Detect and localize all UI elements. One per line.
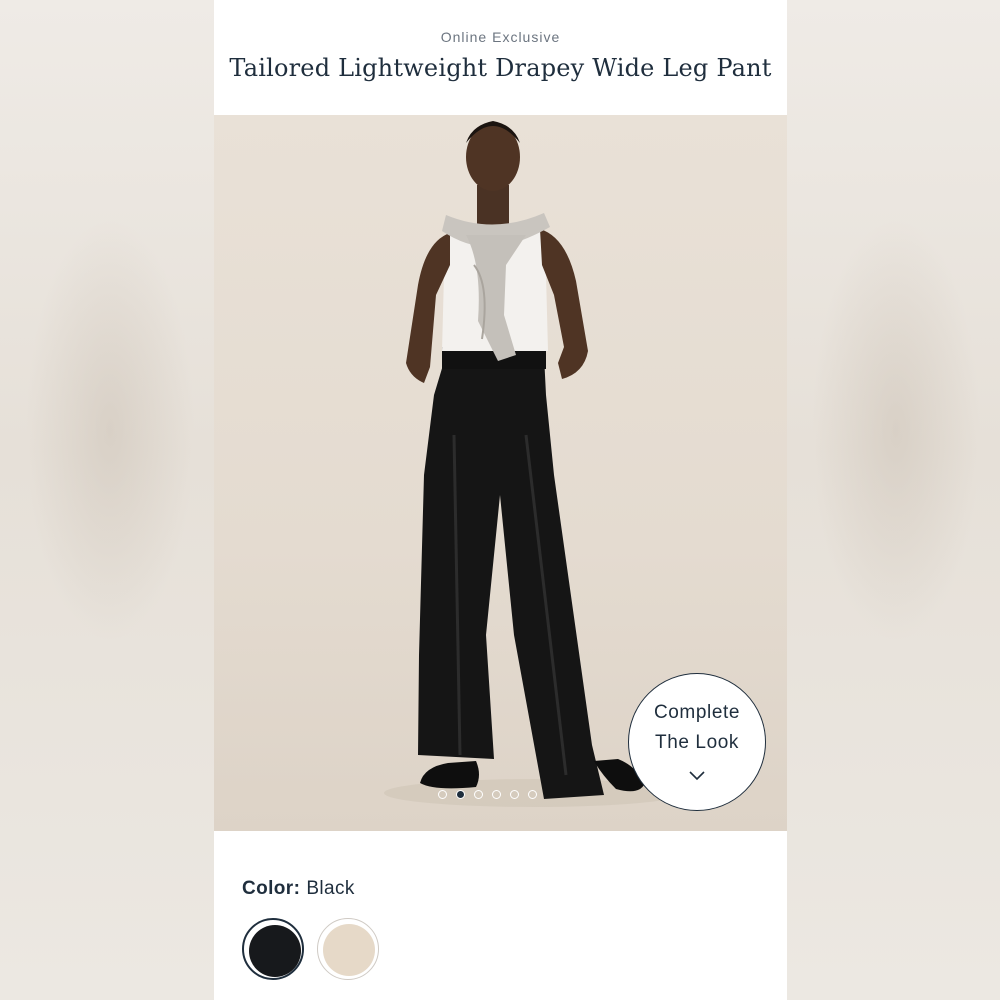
product-header: Online Exclusive Tailored Lightweight Dr… bbox=[214, 0, 787, 115]
blurred-background-left bbox=[0, 0, 214, 1000]
color-swatch-beige[interactable] bbox=[317, 918, 379, 980]
product-title: Tailored Lightweight Drapey Wide Leg Pan… bbox=[229, 54, 772, 82]
carousel-dot[interactable] bbox=[510, 789, 519, 799]
carousel-dot[interactable] bbox=[528, 789, 537, 799]
carousel-dot[interactable] bbox=[438, 789, 447, 799]
color-label: Color: bbox=[242, 878, 301, 899]
chevron-down-icon bbox=[689, 771, 705, 781]
carousel-dot-active[interactable] bbox=[456, 789, 465, 799]
online-exclusive-label: Online Exclusive bbox=[440, 29, 561, 45]
carousel-dot[interactable] bbox=[492, 789, 501, 799]
product-image-carousel[interactable]: Complete The Look bbox=[214, 115, 787, 831]
color-swatch-beige-fill bbox=[323, 924, 375, 976]
carousel-dot[interactable] bbox=[474, 789, 483, 799]
color-swatch-black[interactable] bbox=[242, 918, 304, 980]
color-swatch-black-fill bbox=[249, 925, 301, 977]
blurred-background-right bbox=[786, 0, 1000, 1000]
carousel-pagination bbox=[438, 787, 537, 801]
complete-the-look-button[interactable]: Complete The Look bbox=[628, 673, 766, 811]
complete-the-look-line1: Complete bbox=[653, 702, 741, 723]
complete-the-look-line2: The Look bbox=[654, 732, 740, 753]
color-selector-label: Color: Black bbox=[242, 878, 355, 900]
selected-color-name: Black bbox=[306, 878, 355, 899]
product-page: Online Exclusive Tailored Lightweight Dr… bbox=[214, 0, 787, 1000]
